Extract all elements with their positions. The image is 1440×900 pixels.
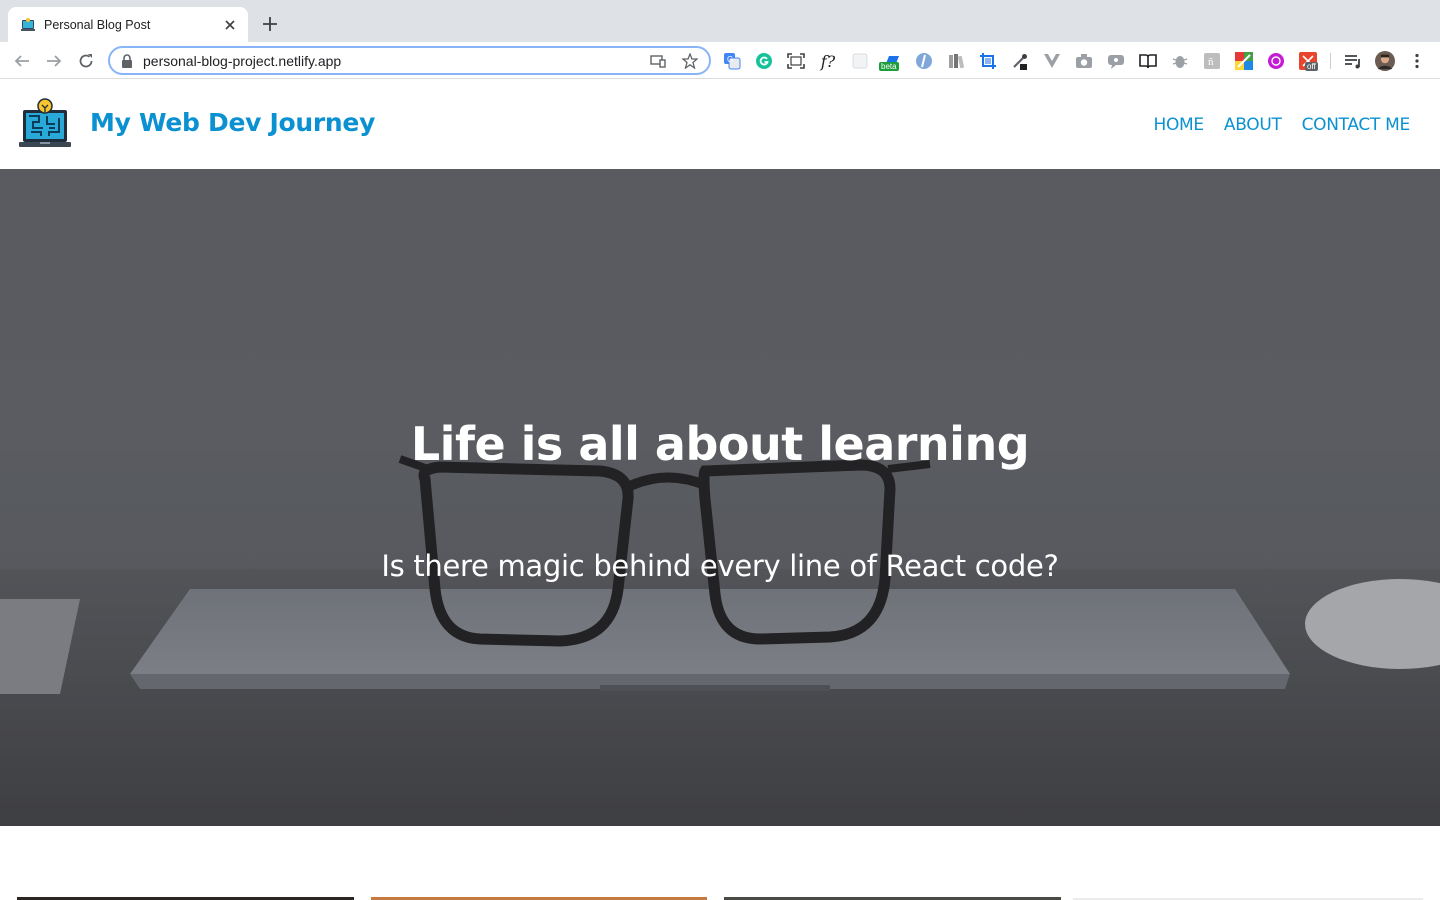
forward-arrow-icon[interactable] <box>43 50 65 72</box>
crop-icon[interactable] <box>978 51 998 71</box>
reader-icon[interactable] <box>1138 51 1158 71</box>
post-cards-row <box>0 826 1440 900</box>
grammarly-icon[interactable] <box>754 51 774 71</box>
playlist-icon[interactable] <box>1343 51 1363 71</box>
svg-text:G: G <box>727 55 733 64</box>
translate-icon[interactable]: G <box>722 51 742 71</box>
eyedropper-icon[interactable] <box>1010 51 1030 71</box>
camera-icon[interactable] <box>1074 51 1094 71</box>
whatfont-label: f? <box>820 51 836 71</box>
extensions-bar: G f? beta ñ off <box>722 50 1439 72</box>
whatfont-icon[interactable]: f? <box>818 51 838 71</box>
nav-contact-link[interactable]: CONTACT ME <box>1302 115 1411 135</box>
nav-home-link[interactable]: HOME <box>1153 115 1204 135</box>
browser-tab[interactable]: Personal Blog Post <box>8 7 248 42</box>
browser-tabstrip: Personal Blog Post <box>0 0 1440 42</box>
browser-toolbar: personal-blog-project.netlify.app G f? b… <box>0 42 1440 79</box>
site-header: My Web Dev Journey HOME ABOUT CONTACT ME <box>0 80 1440 169</box>
screenshot-frame-icon[interactable] <box>786 51 806 71</box>
hero-subtitle: Is there magic behind every line of Reac… <box>381 549 1059 583</box>
beta-badge: beta <box>879 62 899 71</box>
main-nav: HOME ABOUT CONTACT ME <box>1133 115 1410 135</box>
off-badge: off <box>1305 62 1318 71</box>
bookmark-star-icon[interactable] <box>681 52 699 70</box>
hero-title: Life is all about learning <box>410 417 1030 471</box>
hero-background-image <box>0 169 1440 826</box>
color-grid-icon[interactable] <box>1234 51 1254 71</box>
site-title[interactable]: My Web Dev Journey <box>90 108 375 137</box>
purple-circle-icon[interactable] <box>1266 51 1286 71</box>
cast-icon[interactable] <box>649 52 667 70</box>
laptop-maze-icon <box>21 17 35 31</box>
font-ext-icon[interactable]: ñ <box>1202 51 1222 71</box>
tab-title: Personal Blog Post <box>44 17 151 32</box>
lock-icon <box>122 53 132 68</box>
laptop-maze-logo[interactable] <box>19 98 71 150</box>
off-ext-icon[interactable]: off <box>1298 51 1318 71</box>
opera-ext-icon[interactable] <box>914 51 934 71</box>
blank-ext-icon[interactable] <box>850 51 870 71</box>
close-icon[interactable] <box>222 17 238 33</box>
plus-icon[interactable] <box>259 13 281 35</box>
hero-banner: Life is all about learning Is there magi… <box>0 169 1440 826</box>
more-menu-icon[interactable] <box>1407 51 1427 71</box>
books-icon[interactable] <box>946 51 966 71</box>
beta-ext-icon[interactable]: beta <box>879 51 902 71</box>
back-arrow-icon[interactable] <box>11 50 33 72</box>
chat-ext-icon[interactable] <box>1106 51 1126 71</box>
bug-icon[interactable] <box>1170 51 1190 71</box>
nav-about-link[interactable]: ABOUT <box>1224 115 1282 135</box>
address-bar[interactable]: personal-blog-project.netlify.app <box>108 46 711 75</box>
vue-devtools-icon[interactable] <box>1042 51 1062 71</box>
reload-icon[interactable] <box>75 50 97 72</box>
toolbar-divider <box>1330 53 1331 69</box>
url-text: personal-blog-project.netlify.app <box>143 52 342 69</box>
svg-text:ñ: ñ <box>1208 56 1214 68</box>
profile-avatar-icon[interactable] <box>1375 51 1395 71</box>
